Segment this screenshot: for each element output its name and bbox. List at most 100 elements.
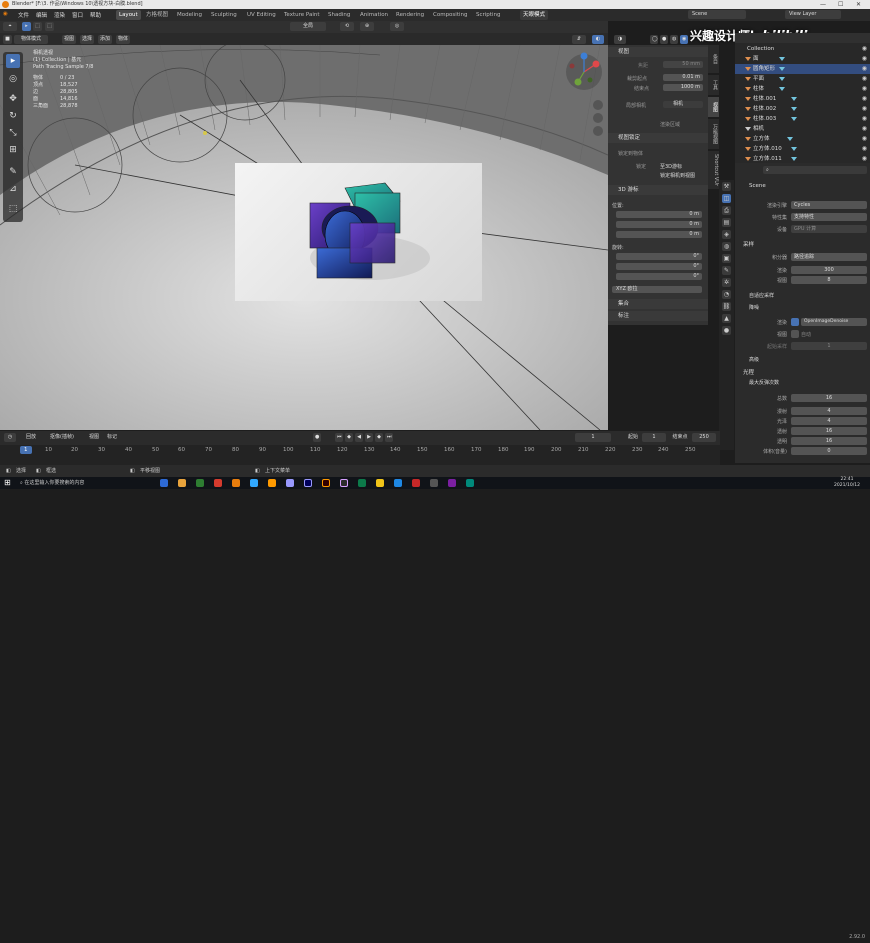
taskbar-app-icon[interactable] <box>178 479 186 487</box>
output-tab-icon[interactable]: ⎙ <box>722 206 731 215</box>
modifier-tab-icon[interactable]: ✎ <box>722 266 731 275</box>
integrator-dropdown[interactable]: 路径追踪 <box>791 253 867 261</box>
cursor-x-field[interactable]: 0 m <box>616 211 702 218</box>
outliner-item[interactable]: 柱体.003 ◉ <box>735 114 870 124</box>
tab-rendering[interactable]: Rendering <box>393 10 427 20</box>
sidebar-tab-shortcut[interactable]: Shortcut VUr <box>708 151 719 189</box>
render-samples-field[interactable]: 300 <box>791 266 867 274</box>
sidebar-tab-view[interactable]: 视图 <box>708 97 719 117</box>
render-region-checkbox[interactable]: 渲染区域 <box>660 121 680 128</box>
taskbar-blender-icon[interactable] <box>232 479 240 487</box>
outliner-item[interactable]: 立方体 ◉ <box>735 134 870 144</box>
taskbar-app-icon[interactable] <box>322 479 330 487</box>
select-tool-icon[interactable]: ▸ <box>6 54 20 68</box>
tab-layout[interactable]: Layout <box>116 10 141 20</box>
taskbar-app-icon[interactable] <box>286 479 294 487</box>
navigation-gizmo[interactable] <box>560 50 608 140</box>
menu-render[interactable]: 渲染 <box>54 11 65 19</box>
panel-annotations-header[interactable]: 标注 <box>608 311 708 321</box>
play-icon[interactable]: ▶ <box>365 433 373 442</box>
outliner-item[interactable]: 圆角矩形 ◉ <box>735 64 870 74</box>
focal-length-field[interactable]: 50 mm <box>663 61 703 68</box>
outliner-item[interactable]: 柱体.002 ◉ <box>735 104 870 114</box>
rendered-icon[interactable]: ◉ <box>680 35 688 44</box>
taskbar-app-icon[interactable] <box>358 479 366 487</box>
outliner-item[interactable]: 柱体.001 ◉ <box>735 94 870 104</box>
start-windows-icon[interactable]: ⊞ <box>4 478 11 487</box>
snap-icon[interactable]: ⊕ <box>360 22 374 31</box>
annotate-tool-icon[interactable]: ✎ <box>6 165 20 179</box>
wireframe-icon[interactable]: ◯ <box>650 35 658 44</box>
cursor-rz-field[interactable]: 0° <box>616 273 702 280</box>
menu-add[interactable]: 添加 <box>98 35 112 44</box>
denoise-viewport-checkbox[interactable] <box>791 330 799 338</box>
denoise-section[interactable]: 降噪 <box>749 304 759 311</box>
select-mode-icon[interactable]: ⬚ <box>33 22 42 31</box>
view-layer-selector[interactable]: View Layer <box>785 10 841 19</box>
frame-start-field[interactable]: 1 <box>642 433 666 442</box>
denoise-render-checkbox[interactable] <box>791 318 799 326</box>
taskbar-app-icon[interactable] <box>304 479 312 487</box>
close-icon[interactable]: ✕ <box>856 0 861 9</box>
keying-menu[interactable]: 抠像(插帧) <box>46 433 78 442</box>
tab-sculpting[interactable]: Sculpting <box>208 10 240 20</box>
add-cube-tool-icon[interactable]: ⬚ <box>6 202 20 216</box>
solid-icon[interactable]: ● <box>660 35 668 44</box>
sidebar-tab-universal[interactable]: 万能视图 <box>708 119 719 149</box>
data-tab-icon[interactable]: ▲ <box>722 314 731 323</box>
viewport-samples-field[interactable]: 8 <box>791 276 867 284</box>
rotate-tool-icon[interactable]: ↻ <box>6 109 20 123</box>
advanced-section[interactable]: 高级 <box>749 356 759 363</box>
light-paths-section-header[interactable]: 光程 <box>743 368 754 376</box>
cursor-rx-field[interactable]: 0° <box>616 253 702 260</box>
tab-sky-mode[interactable]: 天眼模式 <box>520 10 549 20</box>
outliner-item[interactable]: 面 ◉ <box>735 54 870 64</box>
cursor-ry-field[interactable]: 0° <box>616 263 702 270</box>
cursor-z-field[interactable]: 0 m <box>616 231 702 238</box>
select-box-icon[interactable]: ▸ <box>22 22 31 31</box>
taskbar-app-icon[interactable] <box>448 479 456 487</box>
object-tab-icon[interactable]: ▣ <box>722 254 731 263</box>
playback-menu[interactable]: 回放 <box>22 433 40 442</box>
object-mode-dropdown[interactable]: 物体模式 <box>14 35 48 44</box>
tab-compositing[interactable]: Compositing <box>430 10 470 20</box>
tab-shading[interactable]: Shading <box>325 10 353 20</box>
transform-tool-icon[interactable]: ⊞ <box>6 143 20 157</box>
clip-start-field[interactable]: 0.01 m <box>663 74 703 81</box>
select-mode2-icon[interactable]: ⬚ <box>45 22 54 31</box>
render-tab-icon[interactable]: ◫ <box>722 194 731 203</box>
device-dropdown[interactable]: GPU 计算 <box>791 225 867 233</box>
taskbar-app-icon[interactable] <box>250 479 258 487</box>
menu-object[interactable]: 物体 <box>116 35 130 44</box>
view-layer-tab-icon[interactable]: ▤ <box>722 218 731 227</box>
material-tab-icon[interactable]: ● <box>722 326 731 335</box>
world-tab-icon[interactable]: ◍ <box>722 242 731 251</box>
properties-search-input[interactable]: ⌕ <box>763 166 867 174</box>
sampling-section-header[interactable]: 采样 <box>743 240 754 248</box>
taskbar-app-icon[interactable] <box>394 479 402 487</box>
render-engine-dropdown[interactable]: Cycles <box>791 201 867 209</box>
jump-end-icon[interactable]: ⏭ <box>385 433 393 442</box>
diffuse-bounces-field[interactable]: 4 <box>791 407 867 415</box>
marker-menu[interactable]: 标记 <box>104 433 120 442</box>
minimize-icon[interactable]: — <box>820 0 826 9</box>
taskbar-app-icon[interactable] <box>466 479 474 487</box>
denoise-viewport-mode[interactable]: 自动 <box>801 331 821 338</box>
taskbar-app-icon[interactable] <box>430 479 438 487</box>
material-icon[interactable]: ◍ <box>670 35 678 44</box>
rotation-mode-dropdown[interactable]: XYZ 欧拉 <box>612 286 702 293</box>
local-camera-field[interactable]: 相机 <box>663 101 703 108</box>
menu-window[interactable]: 窗口 <box>72 11 83 19</box>
outliner-item[interactable]: 柱体 ◉ <box>735 84 870 94</box>
taskbar-search[interactable]: ⌕ 在这里输入你要搜索的内容 <box>20 478 84 488</box>
frame-end-field[interactable]: 250 <box>692 433 716 442</box>
move-tool-icon[interactable]: ✥ <box>6 92 20 106</box>
proportional-edit-icon[interactable]: ◎ <box>390 22 404 31</box>
taskbar-clock[interactable]: 22:41 2021/10/12 <box>827 477 867 489</box>
panel-collections-header[interactable]: 集合 <box>608 299 708 309</box>
menu-view[interactable]: 视图 <box>62 35 76 44</box>
play-reverse-icon[interactable]: ◀ <box>355 433 363 442</box>
transparency-bounces-field[interactable]: 16 <box>791 437 867 445</box>
blender-menu-icon[interactable]: ◉ <box>3 11 8 17</box>
outliner-item[interactable]: 立方体.010 ◉ <box>735 144 870 154</box>
